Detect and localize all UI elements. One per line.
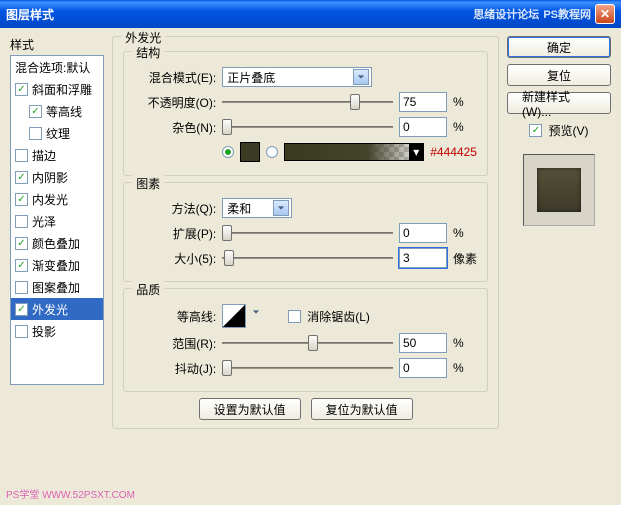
footer-watermark: PS学堂 WWW.52PSXT.COM bbox=[6, 486, 135, 501]
style-checkbox[interactable] bbox=[15, 259, 28, 272]
sidebar-item[interactable]: 描边 bbox=[11, 144, 103, 166]
unit-px: 像素 bbox=[453, 250, 477, 267]
contour-picker[interactable] bbox=[222, 304, 246, 328]
watermark: 思绪设计论坛 PS教程网 ✕ bbox=[473, 4, 615, 24]
window-title: 图层样式 bbox=[6, 6, 473, 23]
style-checkbox[interactable] bbox=[29, 127, 42, 140]
antialias-checkbox[interactable] bbox=[288, 310, 301, 323]
close-icon[interactable]: ✕ bbox=[595, 4, 615, 24]
sidebar-item-label: 图案叠加 bbox=[32, 279, 80, 296]
chevron-down-icon bbox=[273, 200, 289, 216]
technique-select[interactable]: 柔和 bbox=[222, 198, 292, 218]
sidebar-item[interactable]: 颜色叠加 bbox=[11, 232, 103, 254]
outer-glow-panel: 外发光 结构 混合模式(E): 正片叠底 不透明度(O): 75 % bbox=[112, 36, 499, 429]
style-checkbox[interactable] bbox=[15, 281, 28, 294]
sidebar-item-label: 描边 bbox=[32, 147, 56, 164]
spread-slider[interactable] bbox=[222, 225, 393, 241]
blend-mode-select[interactable]: 正片叠底 bbox=[222, 67, 372, 87]
cancel-button[interactable]: 复位 bbox=[507, 64, 611, 86]
make-default-button[interactable]: 设置为默认值 bbox=[199, 398, 301, 420]
chevron-down-icon bbox=[353, 69, 369, 85]
opacity-label: 不透明度(O): bbox=[134, 94, 216, 111]
contour-label: 等高线: bbox=[134, 308, 216, 325]
color-hex: #444425 bbox=[430, 145, 477, 159]
gradient-picker[interactable]: ▾ bbox=[284, 143, 424, 161]
reset-default-button[interactable]: 复位为默认值 bbox=[311, 398, 413, 420]
sidebar-item[interactable]: 图案叠加 bbox=[11, 276, 103, 298]
spread-label: 扩展(P): bbox=[134, 225, 216, 242]
size-input[interactable]: 3 bbox=[399, 248, 447, 268]
chevron-down-icon[interactable] bbox=[252, 305, 266, 327]
jitter-label: 抖动(J): bbox=[134, 360, 216, 377]
sidebar-item-label: 内发光 bbox=[32, 191, 68, 208]
range-label: 范围(R): bbox=[134, 335, 216, 352]
blend-mode-label: 混合模式(E): bbox=[134, 69, 216, 86]
ok-button[interactable]: 确定 bbox=[507, 36, 611, 58]
styles-label: 样式 bbox=[10, 36, 104, 53]
sidebar-item[interactable]: 内阴影 bbox=[11, 166, 103, 188]
noise-slider[interactable] bbox=[222, 119, 393, 135]
gradient-radio[interactable] bbox=[266, 146, 278, 158]
sidebar-item-label: 投影 bbox=[32, 323, 56, 340]
range-slider[interactable] bbox=[222, 335, 393, 351]
technique-label: 方法(Q): bbox=[134, 200, 216, 217]
new-style-button[interactable]: 新建样式(W)... bbox=[507, 92, 611, 114]
unit-percent: % bbox=[453, 95, 477, 109]
style-checkbox[interactable] bbox=[15, 193, 28, 206]
preview-checkbox[interactable] bbox=[529, 124, 542, 137]
blend-options-row[interactable]: 混合选项:默认 bbox=[11, 56, 103, 78]
style-checkbox[interactable] bbox=[15, 149, 28, 162]
style-checkbox[interactable] bbox=[29, 105, 42, 118]
style-checkbox[interactable] bbox=[15, 303, 28, 316]
antialias-label: 消除锯齿(L) bbox=[307, 308, 370, 325]
styles-list: 混合选项:默认 斜面和浮雕等高线纹理描边内阴影内发光光泽颜色叠加渐变叠加图案叠加… bbox=[10, 55, 104, 385]
sidebar-item[interactable]: 光泽 bbox=[11, 210, 103, 232]
noise-input[interactable]: 0 bbox=[399, 117, 447, 137]
jitter-slider[interactable] bbox=[222, 360, 393, 376]
style-checkbox[interactable] bbox=[15, 215, 28, 228]
opacity-slider[interactable] bbox=[222, 94, 393, 110]
group-quality: 品质 bbox=[132, 281, 164, 298]
sidebar-item[interactable]: 外发光 bbox=[11, 298, 103, 320]
sidebar-item-label: 纹理 bbox=[46, 125, 70, 142]
sidebar-item[interactable]: 渐变叠加 bbox=[11, 254, 103, 276]
sidebar-item-label: 颜色叠加 bbox=[32, 235, 80, 252]
jitter-input[interactable]: 0 bbox=[399, 358, 447, 378]
preview-label: 预览(V) bbox=[548, 122, 588, 139]
group-elements: 图素 bbox=[132, 175, 164, 192]
style-checkbox[interactable] bbox=[15, 171, 28, 184]
sidebar-item[interactable]: 投影 bbox=[11, 320, 103, 342]
sidebar-item[interactable]: 等高线 bbox=[11, 100, 103, 122]
spread-input[interactable]: 0 bbox=[399, 223, 447, 243]
preview-thumbnail bbox=[523, 154, 595, 226]
opacity-input[interactable]: 75 bbox=[399, 92, 447, 112]
sidebar-item[interactable]: 纹理 bbox=[11, 122, 103, 144]
noise-label: 杂色(N): bbox=[134, 119, 216, 136]
sidebar-item[interactable]: 斜面和浮雕 bbox=[11, 78, 103, 100]
sidebar-item-label: 光泽 bbox=[32, 213, 56, 230]
sidebar-item-label: 外发光 bbox=[32, 301, 68, 318]
style-checkbox[interactable] bbox=[15, 237, 28, 250]
sidebar-item-label: 斜面和浮雕 bbox=[32, 81, 92, 98]
color-radio[interactable] bbox=[222, 146, 234, 158]
sidebar-item[interactable]: 内发光 bbox=[11, 188, 103, 210]
sidebar-item-label: 等高线 bbox=[46, 103, 82, 120]
color-swatch[interactable] bbox=[240, 142, 260, 162]
sidebar-item-label: 渐变叠加 bbox=[32, 257, 80, 274]
sidebar-item-label: 内阴影 bbox=[32, 169, 68, 186]
style-checkbox[interactable] bbox=[15, 325, 28, 338]
group-structure: 结构 bbox=[132, 44, 164, 61]
style-checkbox[interactable] bbox=[15, 83, 28, 96]
range-input[interactable]: 50 bbox=[399, 333, 447, 353]
size-slider[interactable] bbox=[222, 250, 393, 266]
chevron-down-icon: ▾ bbox=[409, 144, 423, 160]
size-label: 大小(5): bbox=[134, 250, 216, 267]
